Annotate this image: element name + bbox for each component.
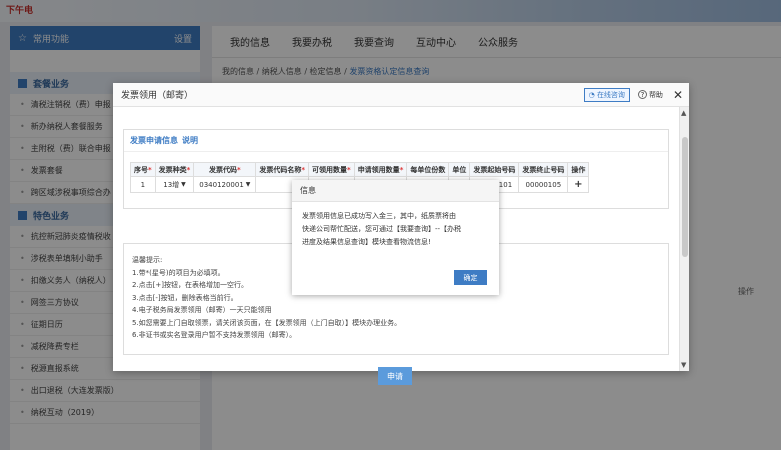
headset-icon: ◔ [588, 90, 595, 99]
cell-index: 1 [130, 176, 156, 193]
chevron-up-icon[interactable]: ▲ [681, 109, 686, 117]
popup-message: 发票领用信息已成功写入金三，其中，纸质票将由 快递公司帮忙配送，您可通过【我要查… [292, 202, 499, 249]
chevron-down-icon: ▼ [181, 181, 186, 188]
panel-title: 发票申请信息 说明 [124, 130, 668, 152]
panel-title-text: 发票申请信息 [130, 136, 178, 145]
col-header: 发票种类* [154, 162, 195, 177]
col-header: 发票代码* [193, 162, 257, 177]
question-icon: ? [637, 90, 647, 99]
message-line: 快递公司帮忙配送，您可通过【我要查询】--【办税 [302, 225, 462, 233]
col-header: 发票终止号码 [518, 162, 569, 177]
col-header: 每单位份数 [406, 162, 450, 177]
col-header: 单位 [448, 162, 471, 177]
popup-title: 信息 [300, 186, 316, 195]
help-label: 帮助 [648, 90, 663, 99]
online-consult-button[interactable]: ◔ 在线咨询 [583, 87, 630, 102]
help-button[interactable]: ? 帮助 [637, 90, 663, 100]
tip-line: 4.电子税务局发票领用（邮寄）一天只能领用 [132, 306, 272, 314]
col-header: 序号* [130, 162, 156, 177]
chevron-down-icon[interactable]: ▼ [681, 361, 686, 369]
message-line: 发票领用信息已成功写入金三，其中，纸质票将由 [302, 212, 456, 220]
tip-line: 5.如您需要上门自取领票，请关闭该页面，在【发票领用（上门自取）】模块办理业务。 [132, 318, 402, 327]
cell-end-no: 00000105 [518, 176, 569, 193]
col-header: 发票起始号码 [469, 162, 520, 177]
scrollbar-thumb[interactable] [682, 137, 688, 257]
col-header: 发票代码名称* [255, 162, 310, 177]
popup-header: 信息 [292, 180, 499, 202]
table-header-row: 序号* 发票种类* 发票代码* 发票代码名称* 可领用数量* 申请领用数量* 每… [130, 162, 590, 177]
info-popup: 信息 发票领用信息已成功写入金三，其中，纸质票将由 快递公司帮忙配送，您可通过【… [292, 180, 499, 295]
dialog-scrollbar[interactable]: ▲ ▼ [679, 107, 689, 371]
message-line: 进度及结果信息查询】模块查看物流信息! [302, 238, 431, 246]
invoice-code-select[interactable]: 0340120001 ▼ [193, 176, 257, 193]
close-icon[interactable]: ✕ [673, 88, 683, 102]
invoice-type-select[interactable]: 13增 ▼ [154, 176, 195, 193]
online-consult-label: 在线咨询 [596, 90, 625, 99]
chevron-down-icon: ▼ [245, 181, 251, 188]
col-header: 操作 [567, 162, 590, 177]
dialog-header: 发票领用（邮寄） ◔ 在线咨询 ? 帮助 ✕ [113, 83, 689, 107]
explanation-link[interactable]: 说明 [182, 135, 198, 146]
dialog-title: 发票领用（邮寄） [121, 91, 194, 101]
confirm-button[interactable]: 确定 [454, 270, 487, 285]
apply-button[interactable]: 申请 [378, 367, 412, 385]
tip-line: 6.非证书或实名登录用户暂不支持发票领用（邮寄）。 [132, 331, 297, 339]
col-header: 可领用数量* [308, 162, 355, 177]
col-header: 申请领用数量* [353, 162, 408, 177]
add-row-button[interactable]: + [567, 176, 590, 193]
